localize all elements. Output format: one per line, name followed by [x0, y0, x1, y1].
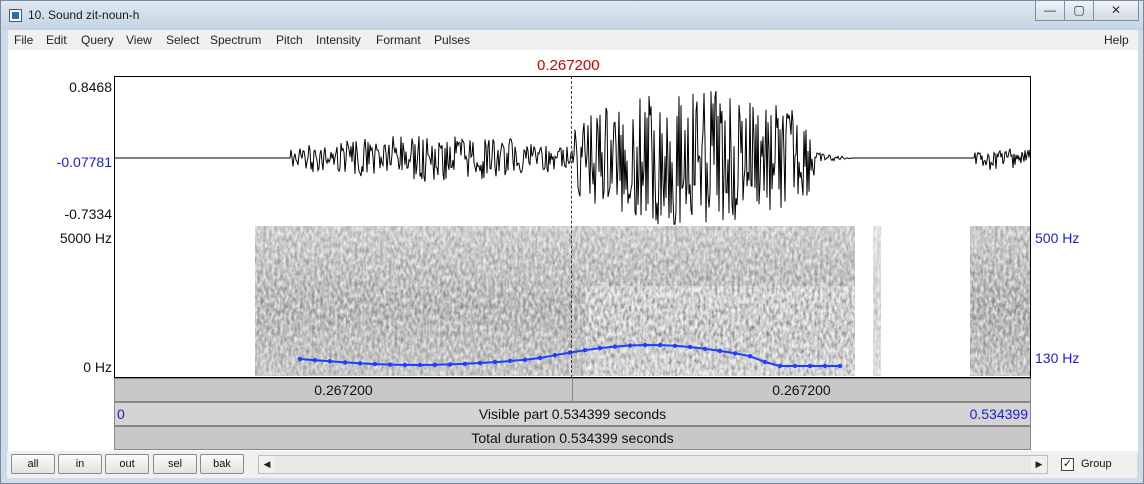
spectrogram-plot [255, 226, 1030, 376]
zoom-back-button[interactable]: bak [200, 454, 244, 474]
waveform-min-label: -0.7334 [64, 206, 112, 222]
pitch-point [297, 356, 303, 362]
pitch-point [732, 351, 738, 356]
pitch-point [642, 342, 648, 348]
visible-part-label: Visible part 0.534399 seconds [478, 406, 667, 422]
pitch-point [837, 363, 843, 369]
pitch-point [537, 355, 543, 361]
selection-bar[interactable]: 0.267200 0.267200 [114, 378, 1031, 402]
pitch-point [372, 361, 378, 367]
menu-query[interactable]: Query [81, 33, 114, 47]
pitch-point [327, 359, 333, 364]
spectrogram-texture [585, 286, 855, 376]
pitch-point [582, 348, 588, 353]
maximize-button[interactable]: ▢ [1064, 1, 1094, 21]
pitch-point [762, 359, 768, 365]
pitch-point [387, 362, 393, 367]
selection-left-segment[interactable]: 0.267200 [115, 379, 572, 401]
waveform-max-label: 0.8468 [69, 79, 112, 95]
group-label: Group [1081, 458, 1112, 470]
pitch-point [552, 353, 558, 358]
pitch-top-label: 500 Hz [1035, 230, 1080, 246]
menu-spectrum[interactable]: Spectrum [210, 33, 261, 47]
pitch-bottom-label: 130 Hz [1035, 350, 1080, 366]
pitch-point [597, 345, 603, 351]
menu-pulses[interactable]: Pulses [434, 33, 470, 47]
pitch-point [507, 358, 513, 364]
spectrogram-texture [873, 226, 881, 376]
scroll-right-arrow-icon[interactable]: ▶ [1031, 456, 1047, 473]
pitch-point [357, 361, 363, 366]
visible-part-bar[interactable]: 0 Visible part 0.534399 seconds 0.534399 [114, 402, 1031, 426]
visible-end-label: 0.534399 [969, 406, 1028, 422]
pitch-point [612, 344, 618, 349]
app-icon [9, 9, 22, 22]
title-bar[interactable]: 10. Sound zit-noun-h — ▢ ✕ [1, 1, 1143, 30]
menu-formant[interactable]: Formant [376, 33, 421, 47]
pitch-point [717, 348, 723, 354]
pitch-point [417, 362, 423, 368]
menu-help[interactable]: Help [1104, 33, 1129, 47]
close-button[interactable]: ✕ [1093, 1, 1139, 21]
pitch-point [477, 360, 483, 366]
menu-select[interactable]: Select [166, 33, 199, 47]
total-duration-label: Total duration 0.534399 seconds [471, 430, 674, 446]
pitch-point [687, 344, 693, 350]
pitch-point [492, 359, 498, 365]
pitch-point [822, 363, 828, 369]
spectrogram-bottom-freq-label: 0 Hz [83, 359, 112, 375]
menu-pitch[interactable]: Pitch [276, 33, 303, 47]
zoom-in-button[interactable]: in [58, 454, 102, 474]
total-duration-bar[interactable]: Total duration 0.534399 seconds [114, 426, 1031, 450]
pitch-point [672, 343, 678, 348]
menu-bar: File Edit Query View Select Spectrum Pit… [8, 30, 1138, 50]
waveform-trace [115, 90, 1030, 225]
waveform-cursor-value-label: -0.07781 [56, 154, 112, 170]
pitch-point [462, 361, 468, 366]
spectrogram-top-freq-label: 5000 Hz [59, 230, 112, 246]
menu-intensity[interactable]: Intensity [316, 33, 361, 47]
cursor-time-label: 0.267200 [537, 57, 600, 74]
zoom-sel-button[interactable]: sel [153, 454, 197, 474]
pitch-point [657, 342, 663, 348]
group-checkbox[interactable]: ✓ [1061, 458, 1074, 471]
scroll-left-arrow-icon[interactable]: ◀ [259, 456, 275, 473]
pitch-point [747, 354, 753, 359]
spectrogram-texture [970, 226, 1030, 376]
cursor-line [571, 76, 572, 378]
pitch-point [702, 346, 708, 351]
menu-view[interactable]: View [126, 33, 152, 47]
pitch-point [447, 362, 453, 367]
window-title: 10. Sound zit-noun-h [28, 8, 140, 22]
selection-right-segment[interactable]: 0.267200 [573, 379, 1030, 401]
spectrogram-panel[interactable] [114, 226, 1031, 378]
minimize-button[interactable]: — [1035, 1, 1065, 21]
horizontal-scrollbar[interactable]: ◀ ▶ [258, 455, 1048, 474]
pitch-point [342, 360, 348, 365]
pitch-point [627, 343, 633, 348]
waveform-plot [115, 90, 1030, 225]
spectrogram-energy [255, 226, 1030, 376]
pitch-point [807, 363, 813, 369]
zoom-out-button[interactable]: out [105, 454, 149, 474]
waveform-panel[interactable] [114, 76, 1031, 227]
bottom-toolbar: all in out sel bak ◀ ▶ ✓ Group [7, 451, 1137, 478]
pitch-point [312, 358, 318, 363]
zoom-all-button[interactable]: all [11, 454, 55, 474]
menu-file[interactable]: File [14, 33, 33, 47]
pitch-point [522, 357, 528, 362]
pitch-point [777, 363, 783, 369]
pitch-point [432, 362, 438, 367]
pitch-point [402, 362, 408, 368]
menu-edit[interactable]: Edit [46, 33, 67, 47]
pitch-point [792, 363, 798, 369]
